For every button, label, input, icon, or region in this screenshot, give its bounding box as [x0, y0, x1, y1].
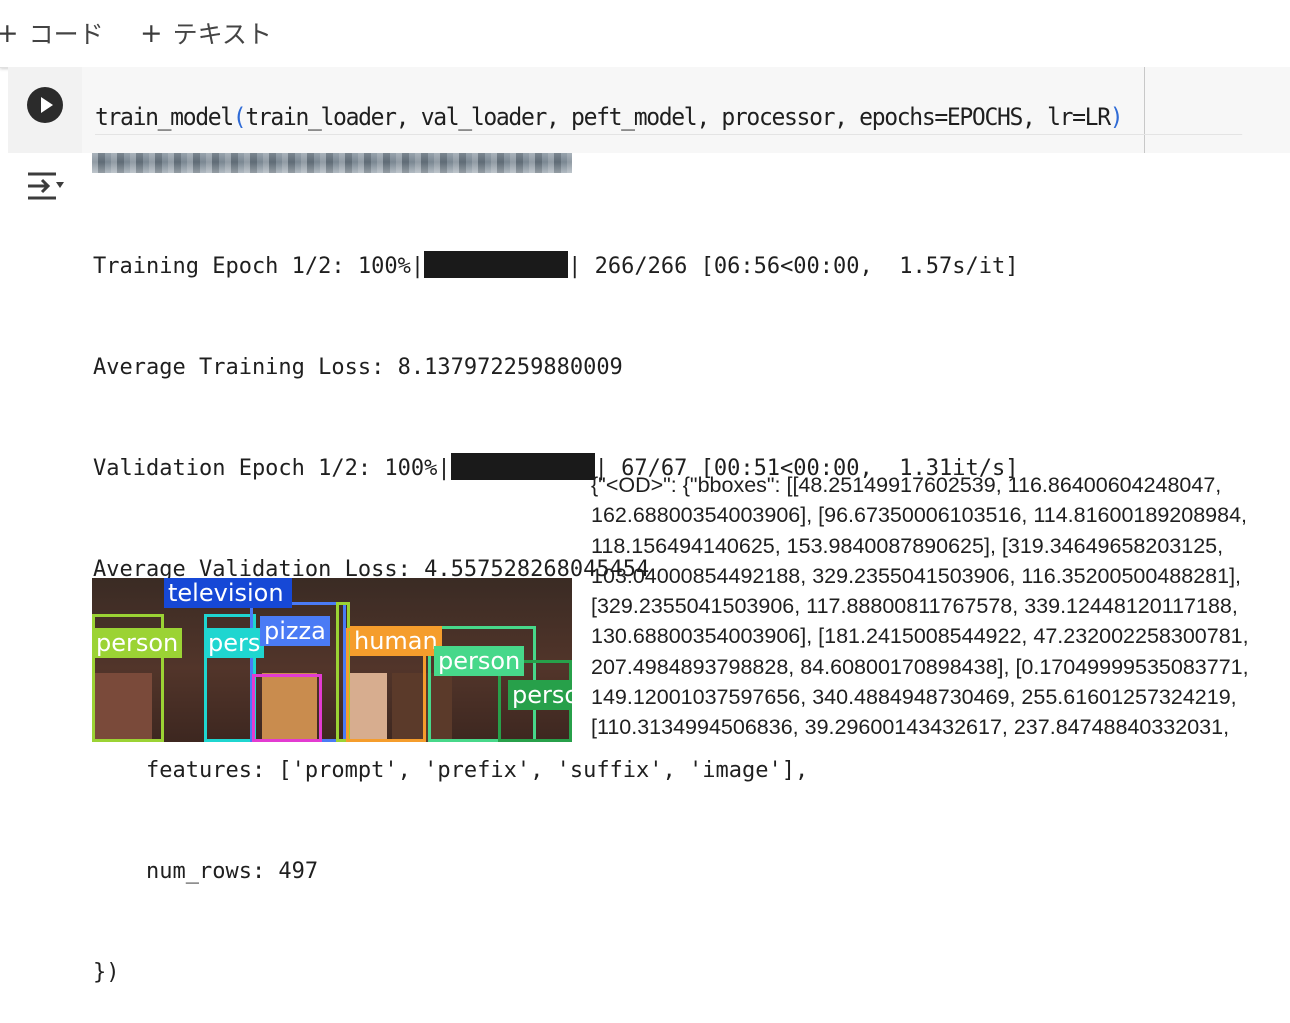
code-close-paren: ) — [1109, 103, 1124, 131]
add-code-label: コード — [28, 20, 104, 49]
json-line: 118.156494140625, 153.9840087890625], [3… — [591, 533, 1224, 558]
json-line: [329.2355041503906, 117.88800811767578, … — [591, 594, 1238, 619]
play-circle-icon[interactable] — [27, 87, 63, 123]
dataset-line: features: ['prompt', 'prefix', 'suffix',… — [93, 758, 809, 784]
output-image-strip — [92, 153, 572, 173]
notebook-toolbar: + コード + テキスト — [0, 0, 1290, 68]
json-line: 162.68800354003906], [96.67350006103516,… — [591, 503, 1248, 528]
plus-icon: + — [0, 17, 19, 49]
output-toggle-icon[interactable] — [26, 168, 66, 204]
detection-label: television — [164, 578, 292, 608]
detection-label: pizza — [260, 616, 330, 646]
detection-label: pers — [204, 628, 265, 658]
detection-label: person — [434, 646, 525, 676]
val-progress-bar — [450, 452, 595, 480]
json-line: {"<OD>": {"bboxes": [[48.25149917602539,… — [591, 473, 1222, 497]
json-line: 207.4984893798828, 84.60800170898438], [… — [591, 654, 1249, 679]
plus-icon: + — [140, 17, 163, 49]
detection-label: human — [350, 626, 442, 656]
avg-train-loss: Average Training Loss: 8.137972259880009 — [93, 354, 623, 380]
json-line: 130.68800354003906], [181.2415008544922,… — [591, 624, 1249, 649]
json-line: [110.3134994506836, 39.29600143432617, 2… — [591, 715, 1230, 740]
code-arguments: train_loader, val_loader, peft_model, pr… — [245, 103, 1111, 131]
code-function-name: train_model — [95, 103, 234, 131]
detection-image: television person pers pizza human perso… — [92, 578, 572, 742]
code-open-paren: ( — [232, 103, 247, 131]
dataset-line: num_rows: 497 — [93, 858, 319, 884]
dataset-line: }) — [93, 959, 120, 985]
train-progress-bar — [424, 251, 569, 279]
od-json-output: {"<OD>": {"bboxes": [[48.25149917602539,… — [591, 470, 1290, 743]
detection-label: person — [92, 628, 183, 658]
code-line[interactable]: train_model(train_loader, val_loader, pe… — [95, 100, 1243, 135]
add-text-label: テキスト — [172, 20, 272, 49]
add-code-button[interactable]: + コード — [0, 14, 104, 52]
bbox — [252, 674, 322, 742]
add-text-button[interactable]: + テキスト — [140, 14, 272, 52]
json-line: 103.04000854492188, 329.2355041503906, 1… — [591, 563, 1242, 588]
train-progress-line: Training Epoch 1/2: 100%| | 266/266 [06:5… — [93, 250, 1018, 284]
detection-label: perso — [508, 680, 572, 710]
json-line: 149.12001037597656, 340.4884948730469, 2… — [591, 685, 1237, 710]
